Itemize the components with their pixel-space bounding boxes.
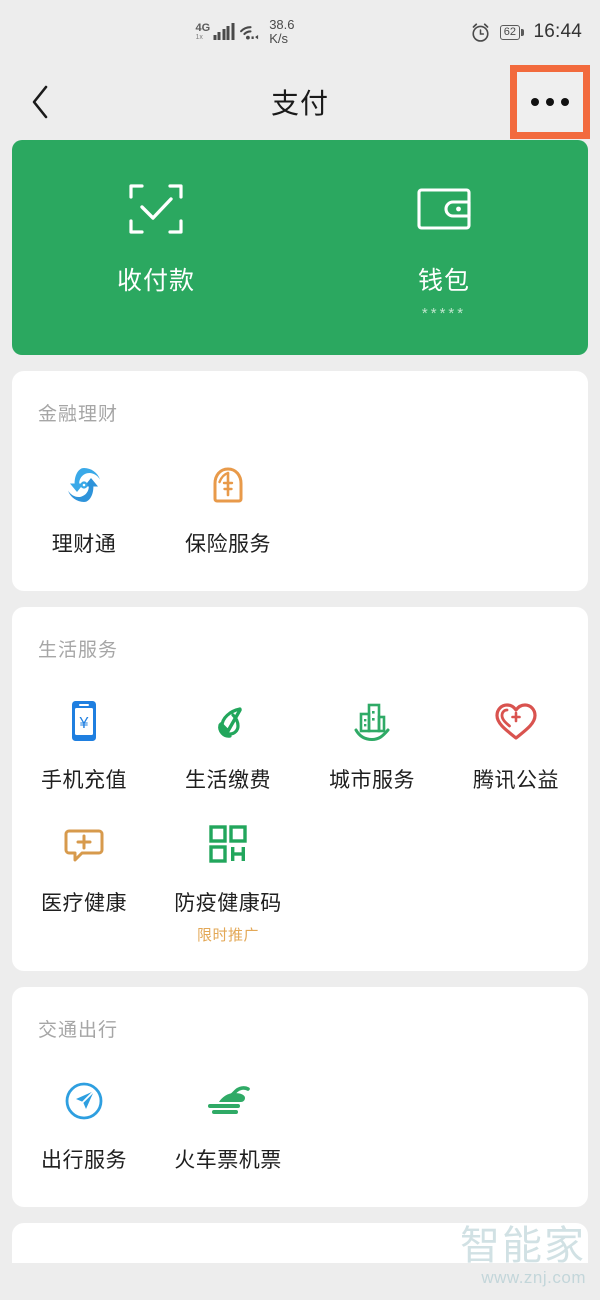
section-title-life: 生活服务 xyxy=(38,640,119,661)
utility-payment-icon xyxy=(206,694,250,748)
grid-item-label: 保险服务 xyxy=(185,533,271,556)
city-service-icon xyxy=(350,694,394,748)
battery-tip xyxy=(521,28,525,36)
grid-item-label: 火车票机票 xyxy=(174,1149,282,1172)
train-flight-ticket-icon xyxy=(204,1074,252,1128)
status-bar-right-group: 62 16:44 xyxy=(470,21,582,43)
status-bar-left-group: 4G 1x 38.6 K/s xyxy=(196,18,295,45)
status-bar-clock: 16:44 xyxy=(533,21,582,42)
scan-qr-icon xyxy=(126,179,186,239)
mobile-recharge-icon: ¥ xyxy=(64,694,104,748)
grid-item-utility-payment[interactable]: 生活缴费 xyxy=(156,694,300,801)
grid-item-licaitong[interactable]: 理财通 xyxy=(12,458,156,565)
grid-item-label: 手机充值 xyxy=(41,769,127,792)
back-button[interactable] xyxy=(20,81,62,123)
receive-pay-entry[interactable]: 收付款 xyxy=(12,179,300,323)
grid-item-label: 腾讯公益 xyxy=(473,769,559,792)
network-type-label: 4G xyxy=(195,22,211,34)
more-options-button[interactable] xyxy=(510,65,590,139)
svg-text:¥: ¥ xyxy=(79,715,89,732)
network-type-indicator: 4G 1x xyxy=(195,22,211,42)
section-grid-life: ¥ 手机充值 生活缴费 城市服务 腾讯公益 医疗健康 防疫健康码 限时推广 xyxy=(12,662,588,971)
health-code-icon xyxy=(206,817,250,871)
watermark-url: www.znj.com xyxy=(481,1268,586,1287)
battery-level-label: 62 xyxy=(499,24,520,40)
grid-item-label: 生活缴费 xyxy=(185,769,271,792)
grid-item-health-code[interactable]: 防疫健康码 限时推广 xyxy=(156,817,300,945)
tencent-charity-icon xyxy=(493,694,539,748)
receive-pay-label: 收付款 xyxy=(116,266,195,295)
more-dot xyxy=(546,98,554,106)
grid-item-train-flight-ticket[interactable]: 火车票机票 xyxy=(156,1074,300,1181)
travel-service-icon xyxy=(62,1074,106,1128)
wallet-icon xyxy=(415,179,473,239)
section-card-next-partial xyxy=(12,1223,588,1263)
grid-item-label: 防疫健康码 xyxy=(174,892,282,915)
grid-item-mobile-recharge[interactable]: ¥ 手机充值 xyxy=(12,694,156,801)
network-sub-label: 1x xyxy=(195,34,203,41)
wifi-icon xyxy=(239,25,258,39)
navigation-bar: 支付 xyxy=(0,64,600,140)
network-speed-value: 38.6 xyxy=(269,17,295,33)
grid-item-travel-service[interactable]: 出行服务 xyxy=(12,1074,156,1181)
section-card-finance: 金融理财 理财通 保险服务 xyxy=(12,371,588,591)
section-title-transport: 交通出行 xyxy=(38,1020,119,1041)
network-speed-indicator: 38.6 K/s xyxy=(269,18,294,45)
insurance-icon xyxy=(206,458,250,512)
medical-health-icon xyxy=(62,817,106,871)
grid-item-label: 出行服务 xyxy=(41,1149,127,1172)
network-speed-unit: K/s xyxy=(269,31,288,46)
licaitong-icon xyxy=(62,458,106,512)
wallet-balance-masked: ***** xyxy=(421,304,467,322)
alarm-clock-icon xyxy=(472,22,489,42)
status-bar: 4G 1x 38.6 K/s 62 16:44 xyxy=(0,0,600,64)
grid-item-label: 理财通 xyxy=(51,533,117,556)
signal-bars-icon xyxy=(213,23,235,40)
section-title-finance: 金融理财 xyxy=(38,404,119,425)
grid-item-label: 城市服务 xyxy=(329,769,415,792)
wallet-label: 钱包 xyxy=(417,266,470,295)
more-dot xyxy=(561,98,569,106)
grid-item-insurance[interactable]: 保险服务 xyxy=(156,458,300,565)
grid-item-label: 医疗健康 xyxy=(41,892,127,915)
grid-item-tencent-charity[interactable]: 腾讯公益 xyxy=(444,694,588,801)
wallet-entry[interactable]: 钱包 ***** xyxy=(300,179,588,323)
section-grid-transport: 出行服务 火车票机票 xyxy=(12,1042,588,1207)
chevron-left-icon xyxy=(32,85,48,119)
grid-item-medical-health[interactable]: 医疗健康 xyxy=(12,817,156,945)
section-card-life: 生活服务 ¥ 手机充值 生活缴费 城市服务 腾讯公益 医疗健康 防疫健康码 限时… xyxy=(12,607,588,971)
payment-shortcut-card: 收付款 钱包 ***** xyxy=(12,140,588,355)
section-grid-finance: 理财通 保险服务 xyxy=(12,426,588,591)
grid-item-city-service[interactable]: 城市服务 xyxy=(300,694,444,801)
section-card-transport: 交通出行 出行服务 火车票机票 xyxy=(12,987,588,1207)
grid-item-badge: 限时推广 xyxy=(196,927,259,944)
battery-indicator: 62 xyxy=(499,24,525,40)
more-dot xyxy=(531,98,539,106)
